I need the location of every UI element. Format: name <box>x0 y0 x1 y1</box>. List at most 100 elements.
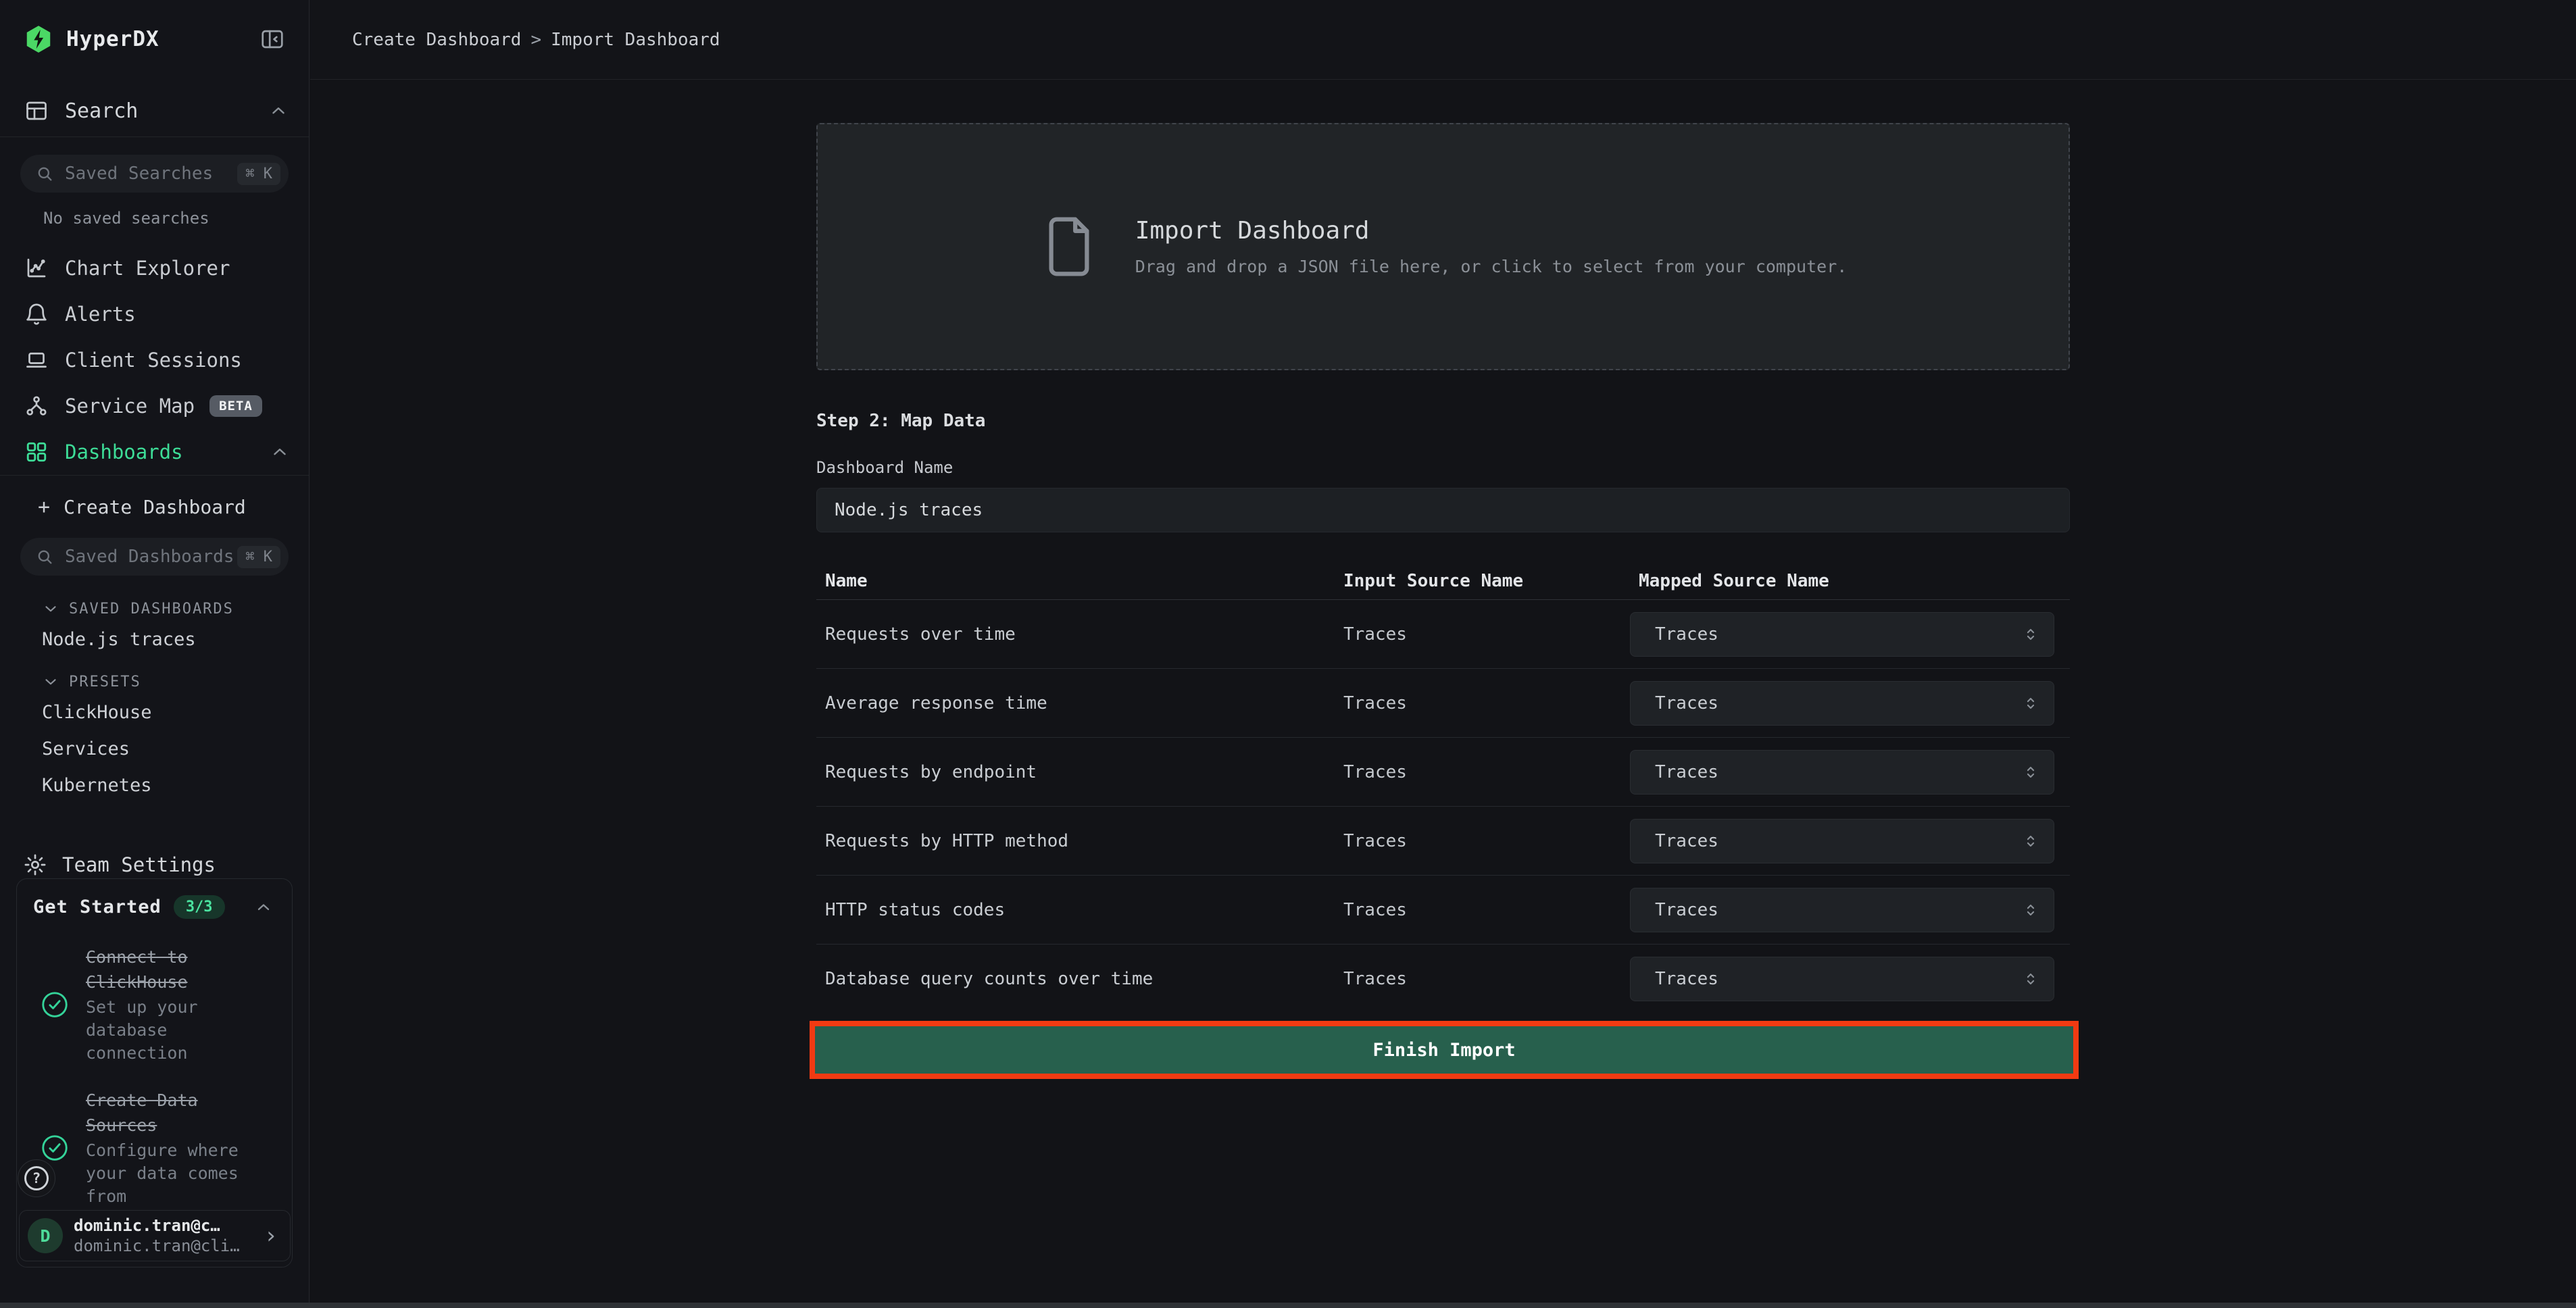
search-icon <box>35 164 54 183</box>
check-circle-icon <box>33 1132 76 1163</box>
horizontal-scrollbar[interactable] <box>0 1303 2576 1308</box>
chart-name: Requests by endpoint <box>816 762 1335 782</box>
chart-name: Requests by HTTP method <box>816 831 1335 851</box>
selected-option: Traces <box>1655 693 1718 713</box>
divider <box>0 475 309 476</box>
mapped-source-select[interactable]: Traces <box>1630 819 2054 863</box>
file-icon <box>1039 211 1099 282</box>
bell-icon <box>24 302 49 326</box>
sidebar-item-chart-explorer[interactable]: Chart Explorer <box>0 245 309 291</box>
col-header-mapped-source: Mapped Source Name <box>1630 571 2070 591</box>
get-started-progress-badge: 3/3 <box>174 895 225 919</box>
get-started-item-connect[interactable]: Connect to ClickHouse Set up your databa… <box>33 945 273 1065</box>
dashboard-item-nodejs-traces[interactable]: Node.js traces <box>0 623 309 655</box>
question-mark-icon: ? <box>24 1166 49 1190</box>
get-started-item-title: Connect to ClickHouse <box>86 945 273 995</box>
no-saved-searches-text: No saved searches <box>0 209 309 228</box>
dashboard-name-label: Dashboard Name <box>816 458 2070 477</box>
dropzone-subtitle: Drag and drop a JSON file here, or click… <box>1135 257 1848 276</box>
saved-dashboards-input[interactable]: Saved Dashboards ⌘ K <box>20 538 289 576</box>
sidebar-item-label: Dashboards <box>65 441 183 463</box>
preset-item-clickhouse[interactable]: ClickHouse <box>0 696 309 728</box>
input-source-name: Traces <box>1335 624 1630 645</box>
chevron-up-icon <box>268 101 289 121</box>
user-name: dominic.tran@c… <box>74 1216 240 1235</box>
user-account-button[interactable]: D dominic.tran@c… dominic.tran@cli… › <box>19 1210 291 1261</box>
chevron-down-icon <box>42 673 59 690</box>
breadcrumb-import-dashboard: Import Dashboard <box>551 30 720 50</box>
chevron-up-icon <box>270 442 290 462</box>
sidebar: HyperDX Search Saved Searches ⌘ K No sav… <box>0 0 309 1308</box>
saved-dashboards-placeholder: Saved Dashboards <box>65 547 237 567</box>
chevrons-up-down-icon <box>2021 694 2040 713</box>
dashboards-subsection: + Create Dashboard Saved Dashboards ⌘ K … <box>0 485 309 801</box>
gear-icon <box>23 853 47 877</box>
selected-option: Traces <box>1655 624 1718 645</box>
mapped-source-select[interactable]: Traces <box>1630 612 2054 657</box>
chevron-right-icon: › <box>264 1224 278 1247</box>
selected-option: Traces <box>1655 831 1718 851</box>
chevron-down-icon <box>42 600 59 618</box>
team-settings-label: Team Settings <box>62 853 216 876</box>
breadcrumb-bar: Create Dashboard > Import Dashboard <box>310 0 2576 80</box>
col-header-input-source: Input Source Name <box>1335 571 1630 591</box>
mapping-table: Name Input Source Name Mapped Source Nam… <box>816 562 2070 1013</box>
sidebar-item-service-map[interactable]: Service Map BETA <box>0 383 309 429</box>
table-icon <box>24 99 49 123</box>
saved-searches-placeholder: Saved Searches <box>65 164 237 184</box>
get-started-header[interactable]: Get Started 3/3 <box>33 895 273 919</box>
chart-explorer-icon <box>24 256 49 280</box>
search-section-header[interactable]: Search <box>0 89 309 132</box>
service-map-icon <box>24 394 49 418</box>
selected-option: Traces <box>1655 900 1718 920</box>
input-source-name: Traces <box>1335 969 1630 989</box>
breadcrumb-create-dashboard[interactable]: Create Dashboard <box>352 30 521 50</box>
dashboard-name-input[interactable]: Node.js traces <box>816 488 2070 532</box>
import-dashboard-content: Import Dashboard Drag and drop a JSON fi… <box>816 123 2070 1079</box>
preset-item-kubernetes[interactable]: Kubernetes <box>0 769 309 801</box>
dashboards-grid-icon <box>24 440 49 464</box>
chart-name: Requests over time <box>816 624 1335 645</box>
chart-name: HTTP status codes <box>816 900 1335 920</box>
saved-searches-input[interactable]: Saved Searches ⌘ K <box>20 155 289 193</box>
sidebar-item-alerts[interactable]: Alerts <box>0 291 309 337</box>
help-button[interactable]: ? <box>18 1159 55 1197</box>
divider <box>0 136 309 137</box>
json-file-dropzone[interactable]: Import Dashboard Drag and drop a JSON fi… <box>816 123 2070 370</box>
click-target-annotation: Finish Import <box>810 1021 2079 1079</box>
table-row: Requests by endpoint Traces Traces <box>816 738 2070 807</box>
get-started-title: Get Started <box>33 897 162 917</box>
check-circle-icon <box>33 989 76 1020</box>
mapped-source-select[interactable]: Traces <box>1630 957 2054 1001</box>
selected-option: Traces <box>1655 969 1718 989</box>
table-row: HTTP status codes Traces Traces <box>816 876 2070 945</box>
col-header-name: Name <box>816 571 1335 591</box>
mapped-source-select[interactable]: Traces <box>1630 681 2054 726</box>
mapped-source-select[interactable]: Traces <box>1630 750 2054 795</box>
get-started-item-desc: Set up your database connection <box>86 996 273 1065</box>
sidebar-item-label: Alerts <box>65 303 136 326</box>
sidebar-item-label: Chart Explorer <box>65 257 230 280</box>
shortcut-badge: ⌘ K <box>237 546 280 568</box>
chevrons-up-down-icon <box>2021 832 2040 851</box>
chart-name: Average response time <box>816 693 1335 713</box>
create-dashboard-button[interactable]: + Create Dashboard <box>0 485 309 528</box>
chart-name: Database query counts over time <box>816 969 1335 989</box>
preset-item-services[interactable]: Services <box>0 732 309 765</box>
get-started-item-sources[interactable]: Create Data Sources Configure where your… <box>33 1088 273 1208</box>
group-presets[interactable]: PRESETS <box>0 672 309 692</box>
table-header-row: Name Input Source Name Mapped Source Nam… <box>816 562 2070 600</box>
table-row: Database query counts over time Traces T… <box>816 945 2070 1013</box>
app-window: HyperDX Search Saved Searches ⌘ K No sav… <box>0 0 2576 1308</box>
mapped-source-select[interactable]: Traces <box>1630 888 2054 932</box>
sidebar-collapse-button[interactable] <box>259 26 286 53</box>
sidebar-item-dashboards[interactable]: Dashboards <box>0 429 309 475</box>
hyperdx-logo-icon <box>23 24 54 55</box>
input-source-name: Traces <box>1335 762 1630 782</box>
create-dashboard-label: Create Dashboard <box>64 496 246 518</box>
laptop-icon <box>24 348 49 372</box>
sidebar-item-client-sessions[interactable]: Client Sessions <box>0 337 309 383</box>
step-label: Step 2: Map Data <box>816 411 2070 431</box>
group-saved-dashboards[interactable]: SAVED DASHBOARDS <box>0 599 309 619</box>
finish-import-button[interactable]: Finish Import <box>815 1026 2073 1074</box>
